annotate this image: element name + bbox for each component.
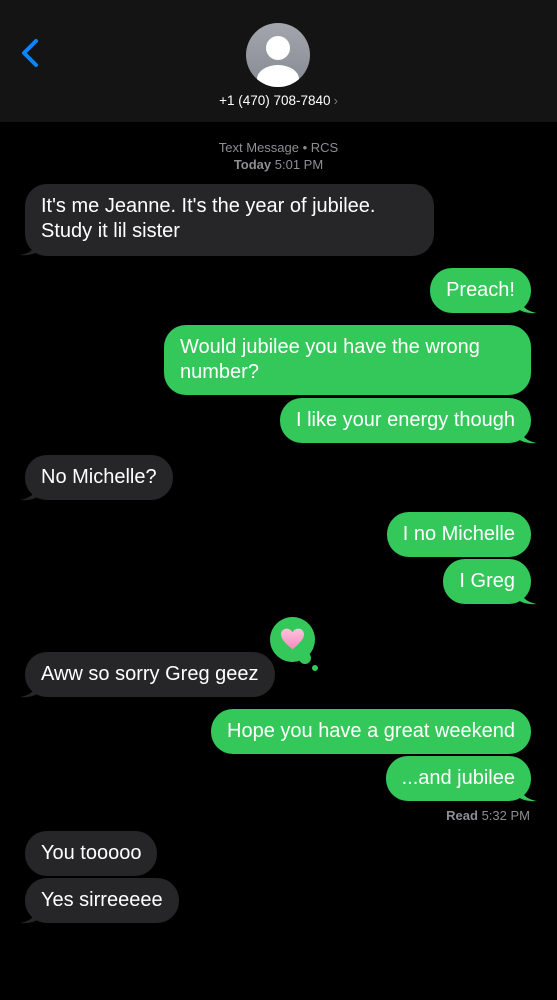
bubble-tail xyxy=(20,236,42,256)
message-bubble-incoming[interactable]: Yes sirreeeee xyxy=(25,878,179,923)
message-bubble-outgoing[interactable]: I no Michelle xyxy=(386,512,531,557)
contact-name-button[interactable]: +1 (470) 708-7840 › xyxy=(0,93,557,108)
tapback-tail xyxy=(299,652,311,664)
bubble-tail xyxy=(515,585,537,605)
contact-name: +1 (470) 708-7840 xyxy=(219,93,331,108)
back-button[interactable] xyxy=(16,36,46,70)
chevron-right-icon: › xyxy=(333,93,338,108)
message-bubble-outgoing[interactable]: ...and jubilee xyxy=(385,756,531,801)
message-bubble-outgoing[interactable]: I like your energy though xyxy=(279,398,531,443)
contact-avatar[interactable] xyxy=(246,23,310,87)
timestamp-time: 5:01 PM xyxy=(274,157,324,172)
read-receipt: Read 5:32 PM xyxy=(446,808,530,823)
timestamp-day: Today xyxy=(233,157,272,172)
bubble-tail xyxy=(20,904,42,924)
chevron-left-icon xyxy=(22,39,38,67)
bubble-tail xyxy=(515,294,537,314)
message-bubble-incoming[interactable]: You tooooo xyxy=(25,831,158,876)
tapback-tail xyxy=(312,665,318,671)
read-label: Read xyxy=(446,808,478,823)
bubble-tail xyxy=(515,782,537,802)
message-bubble-outgoing[interactable]: Hope you have a great weekend xyxy=(211,709,531,754)
message-bubble-outgoing[interactable]: Would jubilee you have the wrong number? xyxy=(164,325,531,395)
service-label: Text Message • RCS xyxy=(218,140,339,155)
heart-icon xyxy=(281,628,304,650)
message-bubble-incoming[interactable]: It's me Jeanne. It's the year of jubilee… xyxy=(25,184,434,256)
bubble-tail xyxy=(20,678,42,698)
read-time: 5:32 PM xyxy=(481,808,530,823)
bubble-tail xyxy=(20,481,42,501)
conversation-header: +1 (470) 708-7840 › xyxy=(0,0,557,122)
conversation-timestamp: Today 5:01 PM xyxy=(0,156,557,173)
bubble-tail xyxy=(515,424,537,444)
message-bubble-incoming[interactable]: Aww so sorry Greg geez xyxy=(25,652,275,697)
person-icon xyxy=(257,36,299,87)
message-bubble-incoming[interactable]: No Michelle? xyxy=(25,455,173,500)
